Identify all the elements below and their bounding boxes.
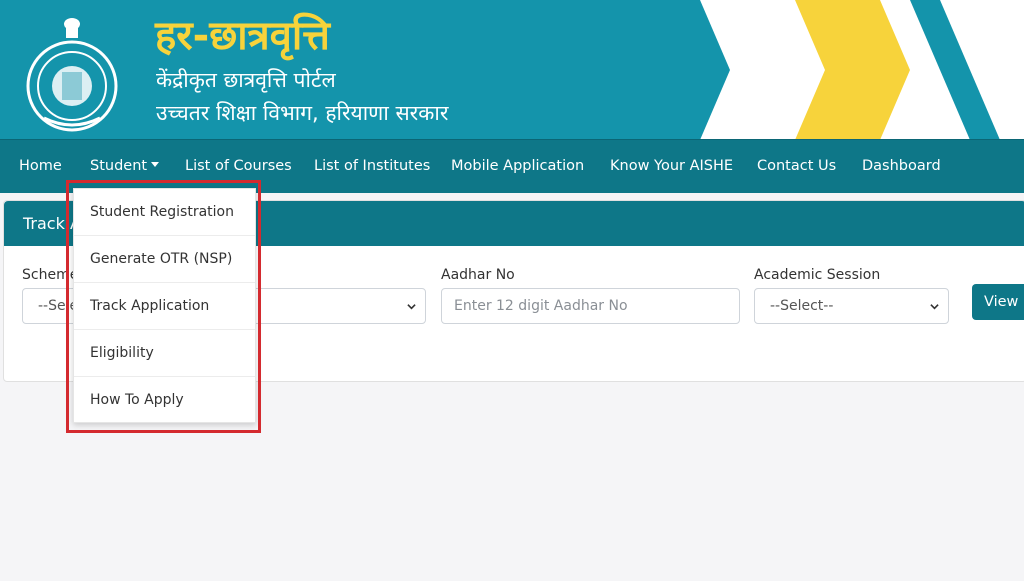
nav-dashboard[interactable]: Dashboard	[862, 140, 941, 193]
site-subtitle-department: उच्चतर शिक्षा विभाग, हरियाणा सरकार	[156, 101, 449, 125]
header-banner: हर-छात्रवृत्ति केंद्रीकृत छात्रवृत्ति पो…	[0, 0, 1024, 140]
nav-home[interactable]: Home	[19, 140, 62, 193]
academic-session-select[interactable]: --Select--	[754, 288, 949, 324]
academic-session-value: --Select--	[770, 298, 834, 314]
nav-mobile-application[interactable]: Mobile Application	[451, 140, 584, 193]
aadhar-input[interactable]	[441, 288, 740, 324]
nav-student-label: Student	[90, 158, 148, 174]
aadhar-label: Aadhar No	[441, 267, 515, 283]
chevron-down-icon	[407, 304, 416, 310]
banner-background	[0, 0, 1024, 140]
caret-down-icon	[151, 162, 160, 167]
nav-contact-us[interactable]: Contact Us	[757, 140, 836, 193]
site-title: हर-छात्रवृत्ति	[155, 13, 330, 59]
nav-list-of-institutes[interactable]: List of Institutes	[314, 140, 430, 193]
annotation-highlight-box	[66, 180, 261, 433]
nav-know-your-aishe[interactable]: Know Your AISHE	[610, 140, 733, 193]
view-button[interactable]: View	[972, 284, 1024, 320]
chevron-down-icon	[930, 304, 939, 310]
academic-session-label: Academic Session	[754, 267, 881, 283]
haryana-emblem-icon	[26, 18, 118, 132]
site-subtitle-portal: केंद्रीकृत छात्रवृत्ति पोर्टल	[156, 68, 336, 92]
